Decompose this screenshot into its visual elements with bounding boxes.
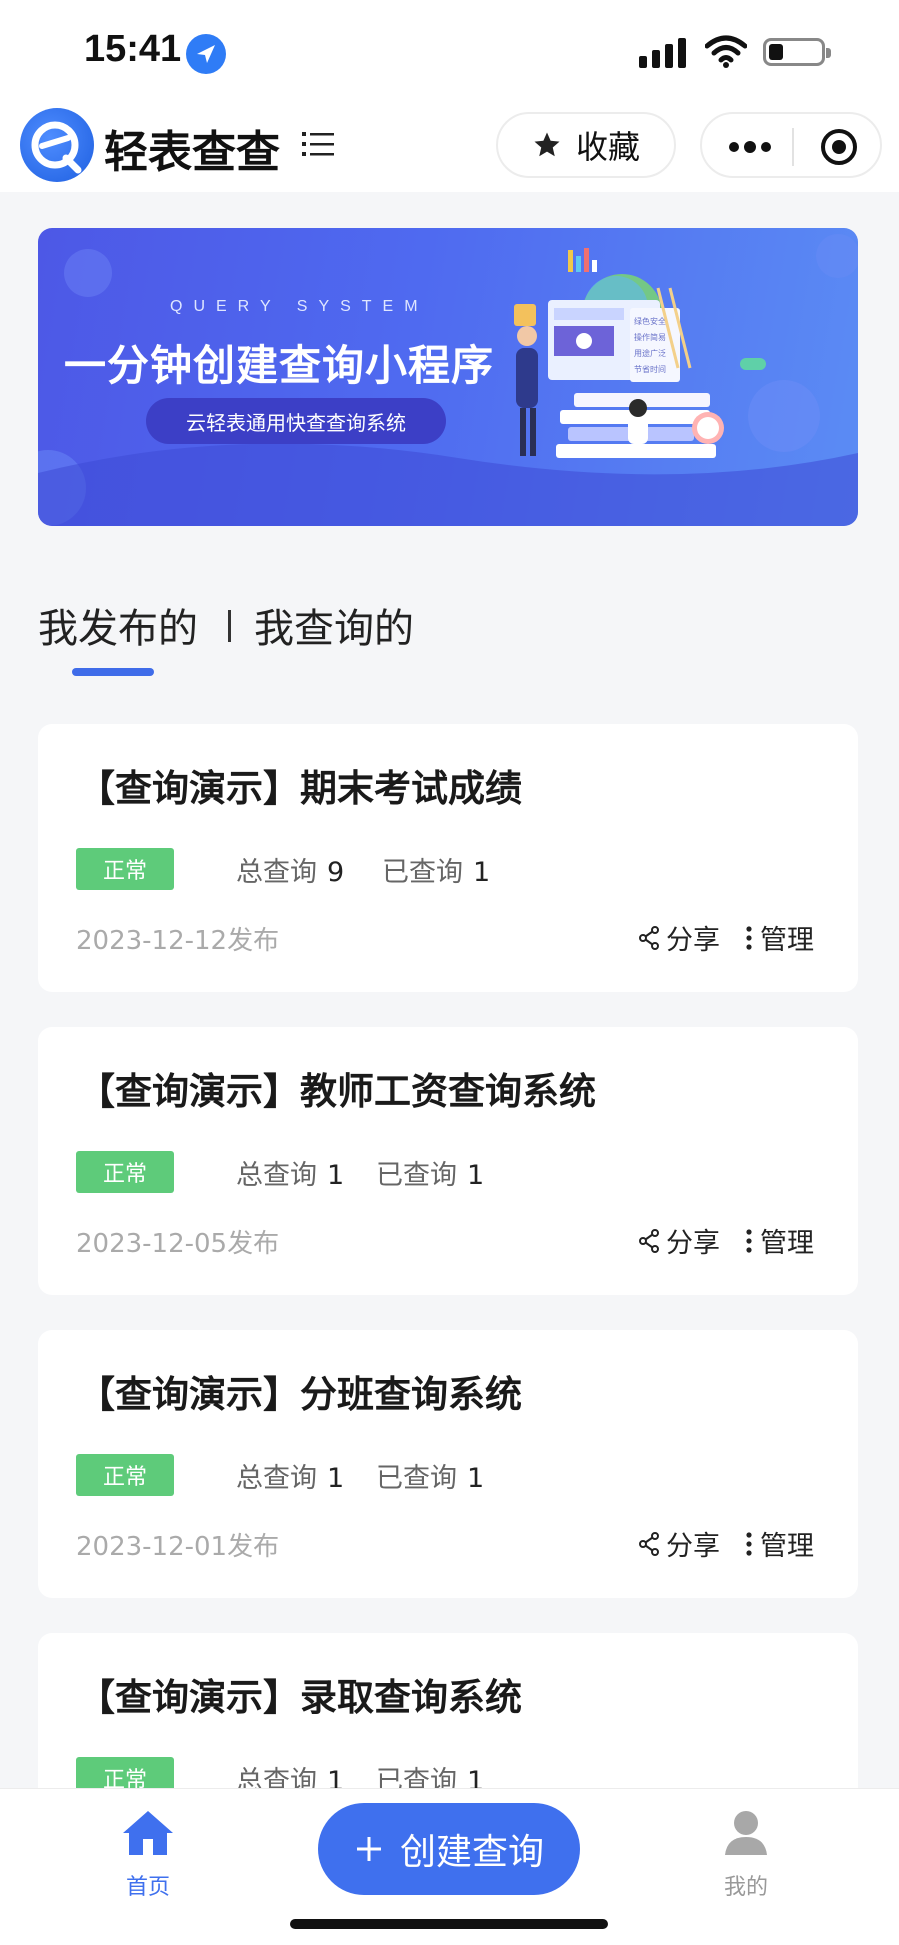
home-indicator [290,1919,608,1929]
battery-icon [763,38,831,66]
banner-title: 一分钟创建查询小程序 [64,341,495,390]
publish-date: 2023-12-12发布 [76,926,280,956]
mine-label: 我的 [723,1875,768,1900]
query-title: 【查询演示】期末考试成绩 [78,767,522,810]
screen-tag: 用途广泛 [634,348,666,358]
plus-icon [356,1837,381,1861]
total-queries: 总查询 1 [236,1463,345,1494]
vertical-dots-icon [746,925,752,950]
bottom-tab-bar: 首页 创建查询 我的 [0,1788,899,1945]
completed-queries: 已查询 1 [376,1463,485,1494]
create-query-button[interactable]: 创建查询 [318,1803,580,1895]
banner-subtitle: QUERY SYSTEM [170,298,429,315]
share-button[interactable]: 分享 [638,1524,720,1563]
completed-queries: 已查询 1 [382,857,491,888]
favorite-label: 收藏 [575,128,640,166]
screen-tag: 操作简易 [634,332,666,342]
manage-button[interactable]: 管理 [744,1524,814,1563]
manage-button[interactable]: 管理 [744,918,814,957]
capsule-divider [792,128,794,166]
publish-date: 2023-12-01发布 [76,1532,280,1562]
manage-label: 管理 [760,925,814,956]
active-tab-indicator [72,668,154,676]
share-icon [639,1531,659,1556]
screen-tag: 节省时间 [634,364,666,374]
screen-tag: 绿色安全 [634,316,666,326]
publish-date: 2023-12-05发布 [76,1229,280,1259]
status-badge: 正常 [76,1454,174,1496]
capsule-menu [700,112,882,178]
star-icon [534,132,560,157]
manage-label: 管理 [760,1531,814,1562]
tab-mine[interactable]: 我的 [686,1809,806,1901]
cellular-signal-icon [639,38,687,68]
promo-banner[interactable]: QUERY SYSTEM 一分钟创建查询小程序 云轻表通用快查查询系统 绿色安全… [38,228,858,526]
share-icon [639,1228,659,1253]
total-queries: 总查询 9 [236,857,345,888]
status-badge: 正常 [76,848,174,890]
app-title: 轻表查查 [104,127,280,178]
share-icon [639,925,659,950]
location-arrow-icon [186,34,226,74]
banner-illustration: 绿色安全 操作简易 用途广泛 节省时间 [514,248,820,458]
manage-button[interactable]: 管理 [744,1221,814,1260]
share-label: 分享 [666,1228,720,1259]
vertical-dots-icon [746,1531,752,1556]
home-icon [121,1809,175,1857]
list-menu-icon[interactable] [302,130,334,158]
status-icons [639,34,839,74]
status-bar: 15:41 [0,0,899,100]
manage-label: 管理 [760,1228,814,1259]
query-card[interactable]: 【查询演示】教师工资查询系统 正常 总查询 1 已查询 1 2023-12-05发布… [38,1027,858,1295]
share-button[interactable]: 分享 [638,918,720,957]
query-title: 【查询演示】教师工资查询系统 [78,1070,596,1113]
query-title: 【查询演示】录取查询系统 [78,1676,522,1719]
vertical-dots-icon [746,1228,752,1253]
tab-divider [228,610,231,642]
app-logo [20,108,94,182]
query-card[interactable]: 【查询演示】分班查询系统 正常 总查询 1 已查询 1 2023-12-01发布 分… [38,1330,858,1598]
tab-my-published[interactable]: 我发布的 [38,596,198,654]
close-miniprogram-icon[interactable] [820,128,858,166]
query-card[interactable]: 【查询演示】期末考试成绩 正常 总查询 9 已查询 1 2023-12-12发布 分… [38,724,858,992]
user-icon [719,1809,773,1857]
share-label: 分享 [666,925,720,956]
list-tabs: 我发布的 我查询的 [38,596,638,676]
more-options-icon[interactable] [726,132,774,162]
status-badge: 正常 [76,1151,174,1193]
banner-tagline: 云轻表通用快查查询系统 [146,398,446,444]
completed-queries: 已查询 1 [376,1160,485,1191]
total-queries: 总查询 1 [236,1160,345,1191]
create-query-label: 创建查询 [399,1832,544,1873]
mini-program-header: 轻表查查 收藏 [0,100,899,192]
query-title: 【查询演示】分班查询系统 [78,1373,522,1416]
status-time: 15:41 [84,28,182,70]
tab-my-queries[interactable]: 我查询的 [254,596,414,654]
share-label: 分享 [666,1531,720,1562]
wifi-icon [704,34,748,68]
tab-home[interactable]: 首页 [88,1809,208,1901]
home-label: 首页 [125,1875,170,1900]
share-button[interactable]: 分享 [638,1221,720,1260]
favorite-button[interactable]: 收藏 [496,112,676,178]
